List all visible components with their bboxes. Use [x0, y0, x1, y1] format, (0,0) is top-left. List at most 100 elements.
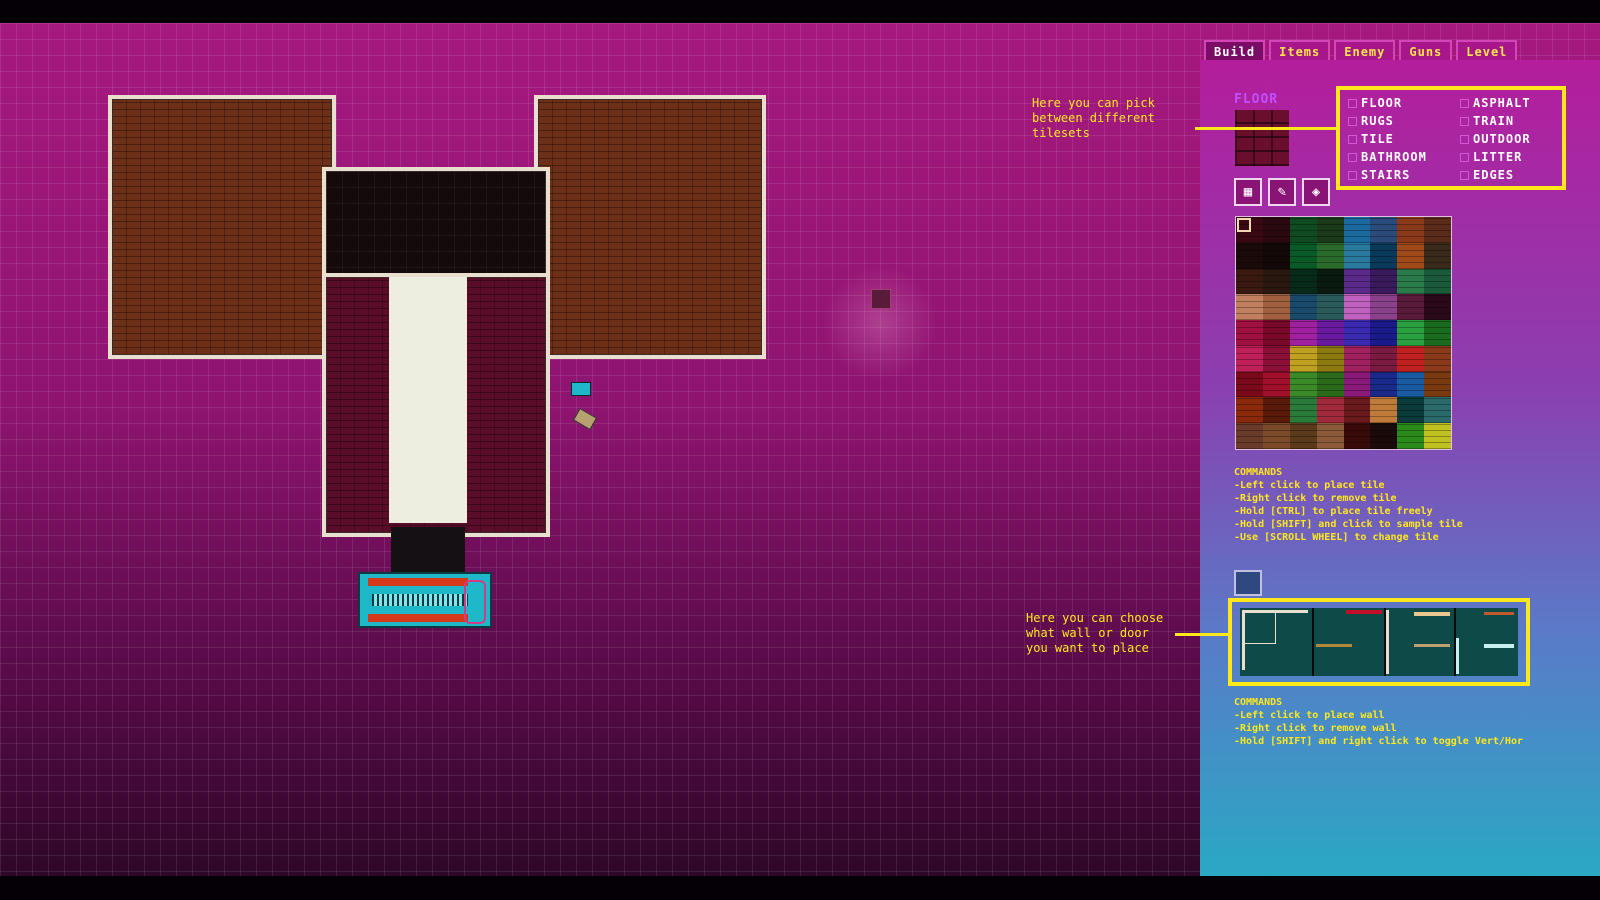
tileset-tile[interactable]: TILE	[1348, 132, 1460, 146]
tile-swatch[interactable]	[1424, 217, 1451, 243]
tile-swatch[interactable]	[1262, 371, 1290, 398]
tileset-asphalt[interactable]: ASPHALT	[1460, 96, 1560, 110]
tile-swatch[interactable]	[1343, 242, 1371, 269]
tile-swatch[interactable]	[1289, 217, 1317, 243]
tile-swatch[interactable]	[1316, 423, 1344, 449]
tile-swatch[interactable]	[1316, 268, 1344, 295]
room-left-brown-floor[interactable]	[108, 95, 336, 359]
tile-swatch[interactable]	[1289, 371, 1317, 398]
tile-swatch[interactable]	[1262, 217, 1290, 243]
wall-option[interactable]	[1240, 608, 1314, 676]
tile-swatch[interactable]	[1397, 345, 1425, 372]
wall-door-strip[interactable]	[1240, 608, 1518, 676]
tile-swatch[interactable]	[1262, 268, 1290, 295]
checkbox-icon[interactable]	[1460, 134, 1469, 144]
tile-swatch[interactable]	[1397, 268, 1425, 295]
tile-swatch[interactable]	[1236, 294, 1263, 321]
tile-swatch[interactable]	[1236, 423, 1263, 449]
item-sprite[interactable]	[571, 382, 591, 396]
tile-swatch[interactable]	[1397, 371, 1425, 398]
tile-swatch[interactable]	[1397, 294, 1425, 321]
tile-swatch[interactable]	[1316, 345, 1344, 372]
tileset-train[interactable]: TRAIN	[1460, 114, 1560, 128]
tile-swatch[interactable]	[1397, 320, 1425, 346]
tile-swatch[interactable]	[1289, 345, 1317, 372]
door-option[interactable]	[1312, 608, 1386, 676]
tab-enemy[interactable]: Enemy	[1334, 40, 1396, 60]
tile-palette[interactable]	[1235, 216, 1452, 450]
tile-swatch[interactable]	[1424, 268, 1451, 295]
entrance-path[interactable]	[391, 527, 465, 575]
tile-swatch[interactable]	[1316, 371, 1344, 398]
tile-swatch[interactable]	[1343, 320, 1371, 346]
tile-swatch[interactable]	[1370, 371, 1398, 398]
tile-swatch[interactable]	[1424, 345, 1451, 372]
tile-swatch[interactable]	[1236, 397, 1263, 424]
tile-swatch[interactable]	[1236, 268, 1263, 295]
tile-swatch[interactable]	[1316, 242, 1344, 269]
checkbox-icon[interactable]	[1460, 170, 1469, 180]
tab-level[interactable]: Level	[1456, 40, 1518, 60]
tile-swatch[interactable]	[1397, 423, 1425, 449]
tile-swatch[interactable]	[1370, 345, 1398, 372]
tile-swatch[interactable]	[1289, 294, 1317, 321]
tile-swatch[interactable]	[1424, 320, 1451, 346]
tile-swatch[interactable]	[1343, 397, 1371, 424]
checkbox-icon[interactable]	[1460, 152, 1469, 162]
tile-swatch[interactable]	[1262, 423, 1290, 449]
tile-swatch[interactable]	[1370, 217, 1398, 243]
tile-swatch[interactable]	[1424, 397, 1451, 424]
tile-swatch[interactable]	[1289, 320, 1317, 346]
van-vehicle[interactable]	[358, 572, 492, 628]
tab-build[interactable]: Build	[1204, 40, 1266, 60]
eyedropper-icon[interactable]: ✎	[1268, 178, 1296, 206]
tile-swatch[interactable]	[1262, 294, 1290, 321]
tile-swatch[interactable]	[1236, 242, 1263, 269]
tile-swatch[interactable]	[1262, 345, 1290, 372]
tileset-floor[interactable]: FLOOR	[1348, 96, 1460, 110]
tile-swatch[interactable]	[1370, 423, 1398, 449]
tile-swatch[interactable]	[1262, 320, 1290, 346]
wall-tool-icon[interactable]	[1234, 570, 1262, 596]
tile-swatch[interactable]	[1343, 371, 1371, 398]
tile-swatch[interactable]	[1316, 320, 1344, 346]
wall-option[interactable]	[1384, 608, 1456, 676]
tileset-stairs[interactable]: STAIRS	[1348, 168, 1460, 182]
tile-swatch[interactable]	[1316, 294, 1344, 321]
tile-swatch[interactable]	[1424, 371, 1451, 398]
tileset-outdoor[interactable]: OUTDOOR	[1460, 132, 1560, 146]
tileset-litter[interactable]: LITTER	[1460, 150, 1560, 164]
tile-swatch[interactable]	[1424, 242, 1451, 269]
tile-swatch[interactable]	[1370, 242, 1398, 269]
tile-swatch[interactable]	[1370, 397, 1398, 424]
tileset-edges[interactable]: EDGES	[1460, 168, 1560, 182]
tile-swatch[interactable]	[1343, 423, 1371, 449]
tile-swatch[interactable]	[1397, 397, 1425, 424]
tile-swatch[interactable]	[1343, 268, 1371, 295]
tile-swatch[interactable]	[1370, 294, 1398, 321]
tile-swatch[interactable]	[1343, 294, 1371, 321]
placement-marker[interactable]	[871, 289, 891, 309]
checkbox-icon[interactable]	[1348, 170, 1357, 180]
room-right-brown-floor[interactable]	[534, 95, 766, 359]
tile-swatch[interactable]	[1424, 423, 1451, 449]
eraser-icon[interactable]: ◈	[1302, 178, 1330, 206]
tile-swatch[interactable]	[1289, 242, 1317, 269]
tile-swatch[interactable]	[1424, 294, 1451, 321]
tile-swatch[interactable]	[1289, 423, 1317, 449]
tile-swatch[interactable]	[1343, 345, 1371, 372]
checkbox-icon[interactable]	[1348, 98, 1357, 108]
checkbox-icon[interactable]	[1460, 116, 1469, 126]
tile-swatch[interactable]	[1262, 242, 1290, 269]
checkbox-icon[interactable]	[1460, 98, 1469, 108]
tile-swatch[interactable]	[1316, 217, 1344, 243]
tile-swatch[interactable]	[1397, 217, 1425, 243]
tile-swatch[interactable]	[1316, 397, 1344, 424]
tile-swatch[interactable]	[1397, 242, 1425, 269]
tile-swatch[interactable]	[1236, 320, 1263, 346]
wall-option[interactable]	[1454, 608, 1518, 676]
tile-swatch[interactable]	[1262, 397, 1290, 424]
tile-swatch[interactable]	[1289, 268, 1317, 295]
tile-swatch[interactable]	[1236, 371, 1263, 398]
tile-swatch[interactable]	[1370, 320, 1398, 346]
